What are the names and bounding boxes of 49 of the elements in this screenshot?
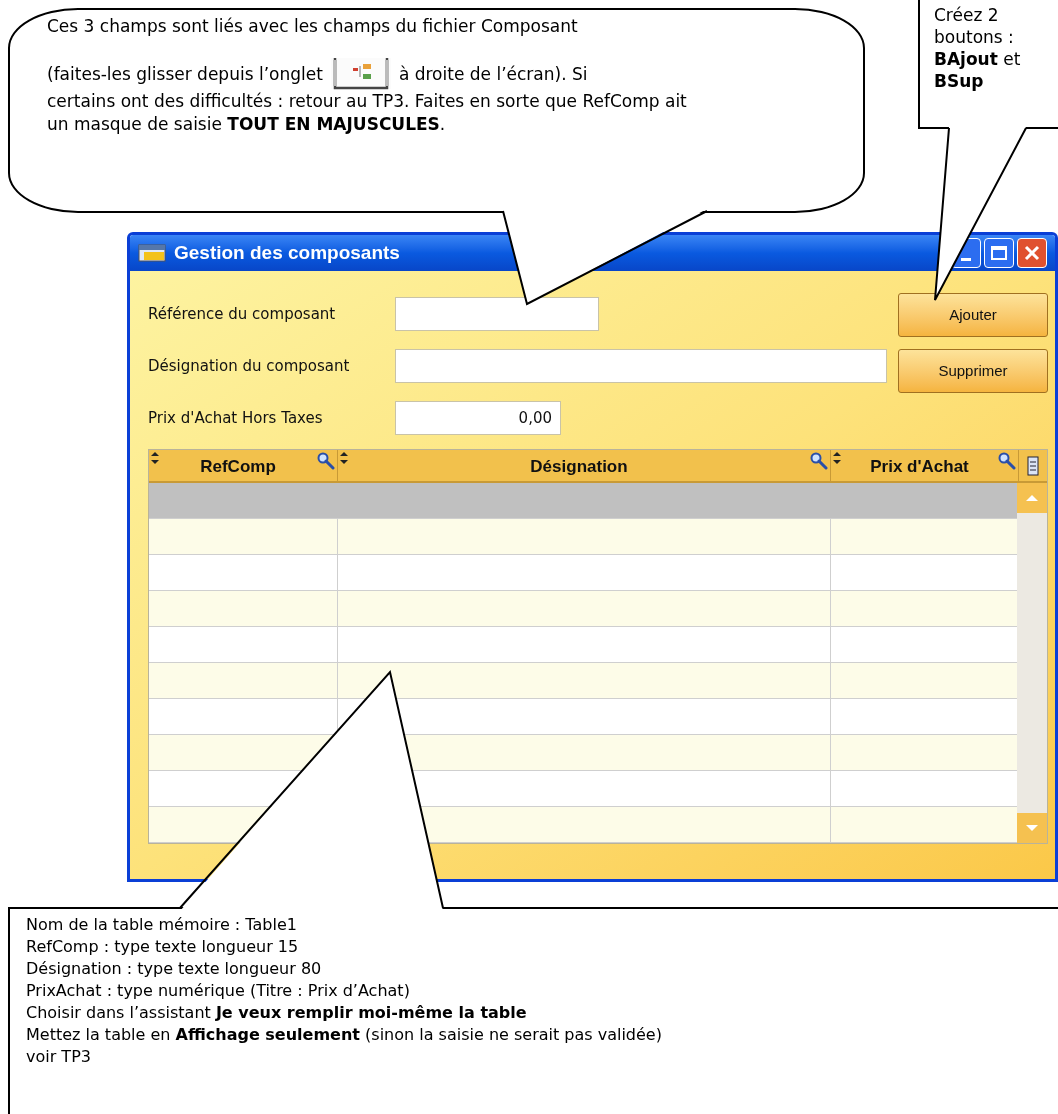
sort-icon[interactable] [833, 452, 841, 464]
scroll-down-button[interactable] [1017, 813, 1047, 843]
table-row[interactable] [149, 519, 1017, 555]
up-arrow-icon [1026, 495, 1038, 501]
column-header[interactable]: RefComp [149, 450, 338, 481]
field-label: Prix d'Achat Hors Taxes [148, 407, 324, 429]
minimize-icon [961, 258, 971, 261]
callout-text: Nom de la table mémoire : Table1 [26, 914, 297, 936]
down-arrow-icon [1026, 825, 1038, 831]
maximize-button[interactable] [984, 238, 1014, 268]
column-header[interactable]: Prix d'Achat [831, 450, 1019, 481]
scroll-up-button[interactable] [1017, 483, 1047, 513]
input-field[interactable] [395, 297, 599, 331]
table-row[interactable] [149, 591, 1017, 627]
callout-text: Désignation : type texte longueur 80 [26, 958, 322, 980]
input-field[interactable] [395, 349, 887, 383]
callout-text: (faites-les glisser depuis l’onglet [47, 62, 323, 86]
table-row[interactable] [149, 663, 1017, 699]
search-icon[interactable] [810, 452, 828, 470]
search-icon[interactable] [317, 452, 335, 470]
columns-icon[interactable] [1027, 455, 1039, 476]
column-header[interactable]: Désignation [338, 450, 831, 481]
input-field[interactable]: 0,00 [395, 401, 561, 435]
field-label: Référence du composant [148, 303, 337, 325]
callout-text: certains ont des difficultés : retour au TP3. Faites en sorte que RefComp ait un masque de saisie TOUT EN MAJUSCULES. [47, 90, 688, 136]
table-row[interactable] [149, 555, 1017, 591]
callout-text: Mettez la table en Affichage seulement (sinon la saisie ne serait pas validée) [26, 1024, 662, 1046]
table-row[interactable] [149, 483, 1017, 519]
maximize-icon [991, 246, 1007, 260]
sort-icon[interactable] [340, 452, 348, 464]
scrollbar[interactable] [1017, 483, 1047, 843]
callout-text: Choisir dans l’assistant Je veux remplir moi-même la table [26, 1002, 527, 1024]
action-button[interactable]: Supprimer [898, 349, 1048, 393]
callout-text: voir TP3 [26, 1046, 91, 1068]
app-icon [138, 244, 166, 262]
field-label: Désignation du composant [148, 355, 351, 377]
callout-text: Ces 3 champs sont liés avec les champs du fichier Composant [47, 15, 578, 38]
close-button[interactable] [1017, 238, 1047, 268]
search-icon[interactable] [998, 452, 1016, 470]
callout-text: RefComp : type texte longueur 15 [26, 936, 299, 958]
sort-icon[interactable] [151, 452, 159, 464]
table-row[interactable] [149, 627, 1017, 663]
close-icon [1024, 245, 1040, 261]
window-title: Gestion des composants [174, 240, 400, 265]
table-row[interactable] [149, 699, 1017, 735]
callout-text: Créez 2 boutons : BAjout et BSup [934, 4, 1022, 92]
callout-text: PrixAchat : type numérique (Titre : Prix d’Achat) [26, 980, 410, 1002]
callout-text: à droite de l’écran). Si [398, 62, 588, 86]
action-button[interactable]: Ajouter [898, 293, 1048, 337]
